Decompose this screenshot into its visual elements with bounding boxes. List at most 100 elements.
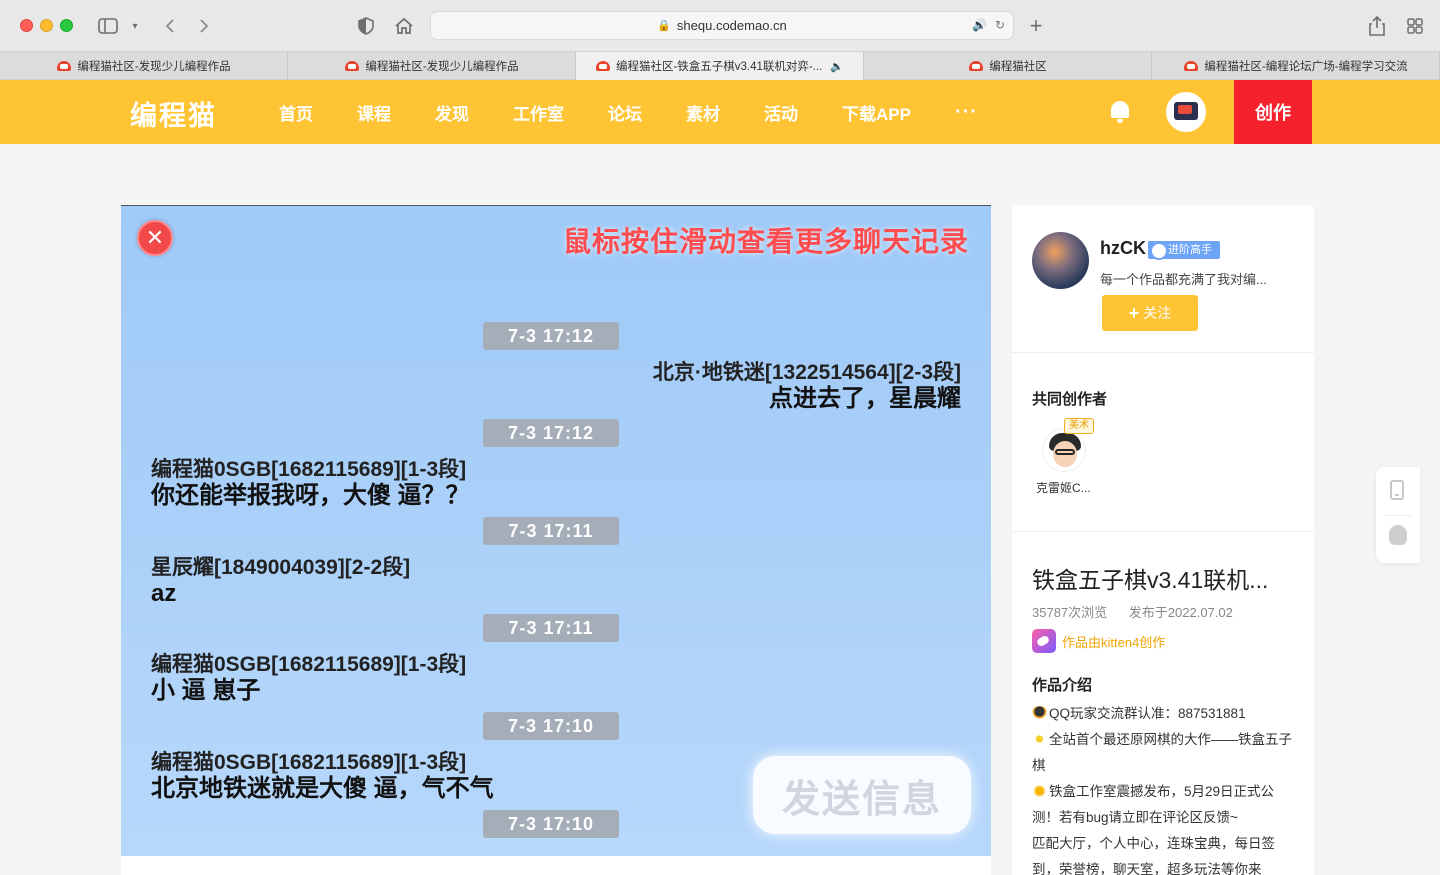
chevron-down-icon[interactable]: ▾ xyxy=(128,14,142,38)
chat-sender: 编程猫0SGB[1682115689][1-3段] xyxy=(151,458,467,481)
main-nav: 首页 课程 发现 工作室 论坛 素材 活动 下载APP ··· xyxy=(279,80,978,144)
nav-discover[interactable]: 发现 xyxy=(435,100,469,125)
chat-sender: 编程猫0SGB[1682115689][1-3段] xyxy=(151,751,467,774)
forward-icon[interactable] xyxy=(194,14,214,38)
zoom-window-button[interactable] xyxy=(60,19,73,32)
chat-message: 编程猫0SGB[1682115689][1-3段] 你还能举报我呀，大傻 逼？？ xyxy=(151,457,470,509)
chat-text: 小 逼 崽子 xyxy=(151,677,261,704)
author-name[interactable]: hzCK xyxy=(1100,238,1146,259)
codemao-favicon-icon xyxy=(56,60,72,72)
intro-line: 全站首个最还原网棋的大作——铁盒五子棋 xyxy=(1032,727,1298,779)
work-stats: 35787次浏览 发布于2022.07.02 xyxy=(1032,602,1233,621)
close-icon[interactable]: ✕ xyxy=(137,220,173,256)
codemao-favicon-icon xyxy=(344,60,360,72)
audio-playing-icon[interactable]: 🔊 xyxy=(972,18,987,32)
player-controls-bar xyxy=(121,856,991,875)
penguin-icon xyxy=(1032,706,1047,720)
new-tab-icon[interactable]: + xyxy=(1026,13,1046,38)
nav-home[interactable]: 首页 xyxy=(279,100,313,125)
address-bar[interactable]: 🔒 shequ.codemao.cn 🔊 ↻ xyxy=(430,11,1014,40)
nav-events[interactable]: 活动 xyxy=(764,100,798,125)
chat-timestamp: 7-3 17:11 xyxy=(483,614,619,642)
browser-toolbar: ▾ 🔒 shequ.codemao.cn 🔊 ↻ + xyxy=(0,0,1440,52)
follow-label: 关注 xyxy=(1143,305,1172,321)
privacy-shield-icon[interactable] xyxy=(356,14,376,38)
divider xyxy=(1012,352,1314,353)
tab-audio-icon[interactable]: 🔈 xyxy=(830,60,844,73)
coauthor-name[interactable]: 克雷姬C... xyxy=(1036,479,1091,496)
work-title: 铁盒五子棋v3.41联机... xyxy=(1032,567,1269,593)
tab-overview-icon[interactable] xyxy=(1404,14,1426,38)
tab-label: 编程猫社区-发现少儿编程作品 xyxy=(77,61,231,73)
intro-line: 匹配大厅，个人中心，连珠宝典，每日签到，荣誉榜，聊天室，超多玩法等你来 xyxy=(1032,831,1298,875)
tab-label: 编程猫社区-发现少儿编程作品 xyxy=(365,61,519,73)
scroll-hint: 鼠标按住滑动查看更多聊天记录 xyxy=(562,226,969,257)
site-logo[interactable]: 编程猫 xyxy=(130,94,217,133)
nav-courses[interactable]: 课程 xyxy=(357,100,391,125)
browser-tab[interactable]: 编程猫社区 xyxy=(864,52,1152,80)
author-avatar[interactable] xyxy=(1032,232,1089,289)
mobile-icon[interactable] xyxy=(1390,480,1404,500)
coauthor-avatar[interactable] xyxy=(1042,428,1086,472)
home-icon[interactable] xyxy=(392,14,416,38)
sidebar-toggle-icon[interactable] xyxy=(96,14,120,38)
chat-sender: 北京·地铁迷[1322514564][2-3段] xyxy=(652,361,961,384)
chat-text: az xyxy=(151,580,177,607)
intro-text: 全站首个最还原网棋的大作——铁盒五子棋 xyxy=(1032,732,1292,773)
kitten-app-icon xyxy=(1032,629,1056,653)
divider xyxy=(1012,531,1314,532)
follow-button[interactable]: + 关注 xyxy=(1102,295,1198,331)
nav-materials[interactable]: 素材 xyxy=(686,100,720,125)
user-avatar[interactable] xyxy=(1166,92,1206,132)
codemao-favicon-icon xyxy=(968,60,984,72)
sun-icon xyxy=(1032,784,1047,798)
browser-tab[interactable]: 编程猫社区-发现少儿编程作品 xyxy=(0,52,288,80)
chat-text: 你还能举报我呀，大傻 逼？？ xyxy=(151,482,470,509)
back-icon[interactable] xyxy=(160,14,180,38)
send-message-button[interactable]: 发送信息 xyxy=(753,756,971,834)
made-with-link[interactable]: 作品由kitten4创作 xyxy=(1032,629,1165,653)
notification-bell-icon[interactable] xyxy=(1108,98,1132,124)
lock-icon: 🔒 xyxy=(657,20,671,32)
tab-label: 编程猫社区-编程论坛广场-编程学习交流 xyxy=(1204,61,1408,73)
browser-tab[interactable]: 编程猫社区-编程论坛广场-编程学习交流 xyxy=(1152,52,1440,80)
view-count: 35787次浏览 xyxy=(1032,605,1108,620)
nav-more-icon[interactable]: ··· xyxy=(955,101,978,124)
close-window-button[interactable] xyxy=(20,19,33,32)
author-signature: 每一个作品都充满了我对编... xyxy=(1100,272,1267,287)
intro-text: 铁盒工作室震撼发布，5月29日正式公测！若有bug请立即在评论区反馈~ xyxy=(1032,784,1275,825)
chat-message: 编程猫0SGB[1682115689][1-3段] 北京地铁迷就是大傻 逼，气不… xyxy=(151,750,494,802)
minimize-window-button[interactable] xyxy=(40,19,53,32)
intro-line: 铁盒工作室震撼发布，5月29日正式公测！若有bug请立即在评论区反馈~ xyxy=(1032,779,1298,831)
reload-icon[interactable]: ↻ xyxy=(995,18,1005,32)
browser-tab-active[interactable]: 编程猫社区-铁盒五子棋v3.41联机对弈-... 🔈 xyxy=(576,52,864,80)
browser-tab[interactable]: 编程猫社区-发现少儿编程作品 xyxy=(288,52,576,80)
chat-message: 北京·地铁迷[1322514564][2-3段] 点进去了，星晨耀 xyxy=(653,360,961,412)
nav-download-app[interactable]: 下载APP xyxy=(842,100,911,125)
coauthor-role-tag: 美术 xyxy=(1064,418,1094,434)
chat-message: 星辰耀[1849004039][2-2段] az xyxy=(151,555,410,607)
nav-forum[interactable]: 论坛 xyxy=(608,100,642,125)
tab-bar: 编程猫社区-发现少儿编程作品 编程猫社区-发现少儿编程作品 编程猫社区-铁盒五子… xyxy=(0,52,1440,80)
codemao-favicon-icon xyxy=(595,60,611,72)
feedback-icon[interactable] xyxy=(1389,525,1407,545)
chat-timestamp: 7-3 17:12 xyxy=(483,419,619,447)
coauthors-title: 共同创作者 xyxy=(1032,391,1108,408)
divider xyxy=(1384,515,1412,516)
intro-title: 作品介绍 xyxy=(1032,677,1093,694)
intro-line: QQ玩家交流群认准：887531881 xyxy=(1032,701,1298,727)
codemao-favicon-icon xyxy=(1183,60,1199,72)
chat-timestamp: 7-3 17:12 xyxy=(483,322,619,350)
chat-text: 点进去了，星晨耀 xyxy=(769,385,961,412)
nav-studio[interactable]: 工作室 xyxy=(513,100,564,125)
work-info-panel: hzCK 进阶高手 每一个作品都充满了我对编... + 关注 共同创作者 美术 … xyxy=(1012,205,1314,875)
create-button[interactable]: 创作 xyxy=(1234,80,1312,144)
game-stage[interactable]: ✕ 鼠标按住滑动查看更多聊天记录 7-3 17:12 北京·地铁迷[132251… xyxy=(121,205,991,857)
share-icon[interactable] xyxy=(1366,14,1388,38)
plus-icon: + xyxy=(1128,302,1140,323)
chat-timestamp: 7-3 17:11 xyxy=(483,517,619,545)
sparkles-icon xyxy=(1032,732,1047,746)
chat-message: 编程猫0SGB[1682115689][1-3段] 小 逼 崽子 xyxy=(151,652,466,704)
made-with-label: 作品由kitten4创作 xyxy=(1062,634,1166,650)
chat-sender: 编程猫0SGB[1682115689][1-3段] xyxy=(151,653,467,676)
